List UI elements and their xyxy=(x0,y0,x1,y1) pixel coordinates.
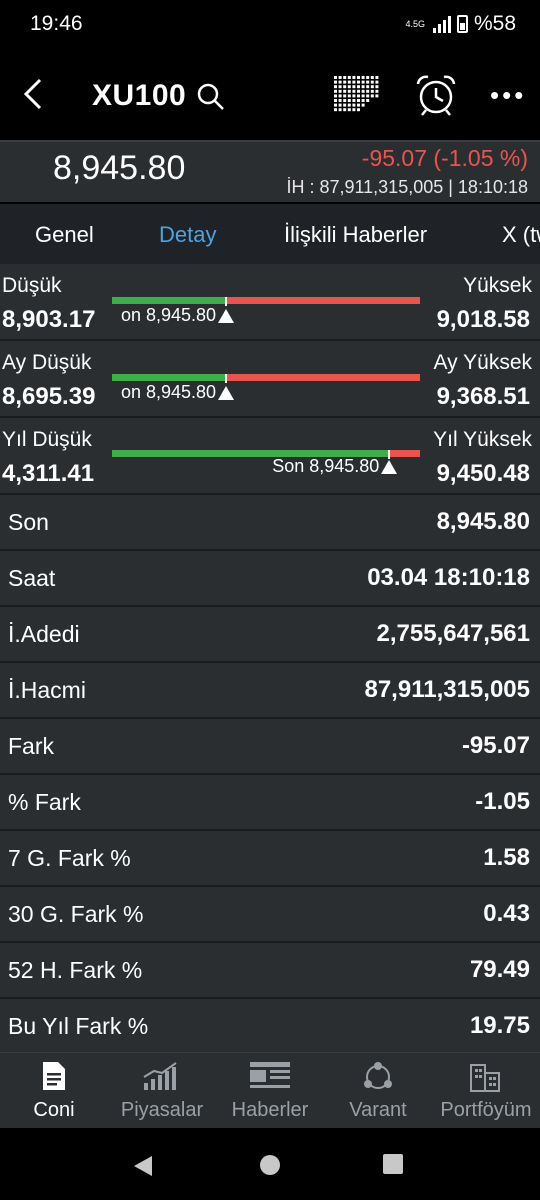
more-options-icon[interactable]: ••• xyxy=(490,80,526,110)
detail-row: Bu Yıl Fark % 19.75 xyxy=(0,999,540,1052)
high-value: 9,450.48 xyxy=(436,460,530,487)
monthly-range: Ay Düşük 8,695.39 on 8,945.80 Ay Yüksek … xyxy=(0,341,540,418)
detail-row: 52 H. Fark % 79.49 xyxy=(0,943,540,999)
row-label: % Fark xyxy=(8,789,81,815)
cycle-icon xyxy=(364,1062,392,1089)
nav-label: Haberler xyxy=(231,1099,309,1121)
low-label: Ay Düşük xyxy=(2,351,92,374)
row-value: 2,755,647,561 xyxy=(376,620,530,647)
detail-row: İ.Hacmi 87,911,315,005 xyxy=(0,663,540,719)
news-icon xyxy=(250,1062,290,1088)
row-value: 19.75 xyxy=(469,1012,530,1039)
battery-level: %58 xyxy=(473,12,516,35)
row-value: 87,911,315,005 xyxy=(364,676,530,703)
tab-genel[interactable]: Genel xyxy=(35,222,94,248)
row-label: 52 H. Fark % xyxy=(8,957,143,983)
detail-panel: Düşük 8,903.17 on 8,945.80 Yüksek 9,018.… xyxy=(0,264,540,1052)
tab-bar: Genel Detay İlişkili Haberler X (tw xyxy=(0,204,540,264)
nav-label: Portföyüm xyxy=(440,1099,532,1121)
bottom-navigation: Coni Piyasalar Haberler Varant Portföyüm xyxy=(0,1052,540,1128)
document-icon xyxy=(43,1062,65,1090)
current-marker: Son 8,945.80 xyxy=(272,456,398,477)
tab-x[interactable]: X (tw xyxy=(502,222,540,248)
nav-label: Varant xyxy=(349,1099,407,1121)
row-value: 1.58 xyxy=(483,844,530,871)
row-value: 79.49 xyxy=(469,956,530,983)
low-label: Düşük xyxy=(2,274,62,297)
nav-coni[interactable]: Coni xyxy=(0,1053,108,1129)
search-icon[interactable] xyxy=(196,82,226,112)
nav-varant[interactable]: Varant xyxy=(324,1053,432,1129)
alarm-clock-icon[interactable] xyxy=(414,74,458,116)
high-value: 9,368.51 xyxy=(436,383,530,410)
current-label: on 8,945.80 xyxy=(120,305,217,325)
low-value: 8,903.17 xyxy=(2,306,96,333)
current-marker: on 8,945.80 xyxy=(120,305,235,326)
nav-label: Coni xyxy=(33,1099,75,1121)
last-price: 8,945.80 xyxy=(53,149,186,187)
status-time: 19:46 xyxy=(30,12,83,35)
range-bar xyxy=(112,374,420,383)
network-type: 4.5G xyxy=(405,18,425,29)
current-label: on 8,945.80 xyxy=(120,382,217,402)
nav-haberler[interactable]: Haberler xyxy=(216,1053,324,1129)
signal-icon xyxy=(432,15,451,33)
row-value: -95.07 xyxy=(461,732,530,759)
low-value: 4,311.41 xyxy=(2,460,95,487)
system-back-icon[interactable] xyxy=(132,1154,154,1178)
chart-bars-icon xyxy=(143,1062,177,1090)
row-label: 30 G. Fark % xyxy=(8,901,144,927)
row-label: İ.Adedi xyxy=(8,621,80,647)
row-value: 03.04 18:10:18 xyxy=(367,564,530,591)
high-label: Yüksek xyxy=(463,274,532,297)
system-recents-icon[interactable] xyxy=(383,1154,403,1174)
nav-piyasalar[interactable]: Piyasalar xyxy=(108,1053,216,1129)
row-value: 8,945.80 xyxy=(436,508,530,535)
depth-grid-icon[interactable] xyxy=(334,76,380,114)
current-marker: on 8,945.80 xyxy=(120,382,235,403)
low-label: Yıl Düşük xyxy=(2,428,92,451)
row-value: -1.05 xyxy=(475,788,530,815)
price-summary: 8,945.80 -95.07 (-1.05 %) İH : 87,911,31… xyxy=(0,140,540,202)
buildings-icon xyxy=(470,1064,500,1092)
row-label: Fark xyxy=(8,733,54,759)
daily-range: Düşük 8,903.17 on 8,945.80 Yüksek 9,018.… xyxy=(0,264,540,341)
row-label: Bu Yıl Fark % xyxy=(8,1013,149,1039)
detail-row: Fark -95.07 xyxy=(0,719,540,775)
price-change: -95.07 (-1.05 %) xyxy=(361,145,528,171)
status-bar: 19:46 4.5G %58 xyxy=(0,0,540,48)
detail-row: 7 G. Fark % 1.58 xyxy=(0,831,540,887)
high-label: Yıl Yüksek xyxy=(433,428,532,451)
system-home-icon[interactable] xyxy=(259,1154,281,1176)
app-bar: XU100 ••• xyxy=(0,48,540,140)
row-value: 0.43 xyxy=(483,900,530,927)
tab-detay[interactable]: Detay xyxy=(159,222,216,248)
nav-portfoyum[interactable]: Portföyüm xyxy=(432,1053,540,1129)
low-value: 8,695.39 xyxy=(2,383,96,410)
nav-label: Piyasalar xyxy=(120,1099,204,1121)
detail-row: İ.Adedi 2,755,647,561 xyxy=(0,607,540,663)
high-label: Ay Yüksek xyxy=(433,351,532,374)
row-label: Son xyxy=(8,509,49,535)
tab-iliskili-haberler[interactable]: İlişkili Haberler xyxy=(284,222,427,248)
detail-row: Son 8,945.80 xyxy=(0,495,540,551)
system-navigation-bar xyxy=(0,1128,540,1200)
detail-row: Saat 03.04 18:10:18 xyxy=(0,551,540,607)
row-label: 7 G. Fark % xyxy=(8,845,131,871)
battery-icon xyxy=(456,15,468,33)
detail-row: 30 G. Fark % 0.43 xyxy=(0,887,540,943)
back-arrow-icon[interactable] xyxy=(18,76,52,112)
range-bar xyxy=(112,297,420,306)
row-label: İ.Hacmi xyxy=(8,677,86,703)
page-title: XU100 xyxy=(92,79,187,112)
volume-time-line: İH : 87,911,315,005 | 18:10:18 xyxy=(286,177,528,197)
yearly-range: Yıl Düşük 4,311.41 Son 8,945.80 Yıl Yüks… xyxy=(0,418,540,495)
row-label: Saat xyxy=(8,565,56,591)
high-value: 9,018.58 xyxy=(436,306,530,333)
current-label: Son 8,945.80 xyxy=(272,456,380,476)
detail-row: % Fark -1.05 xyxy=(0,775,540,831)
